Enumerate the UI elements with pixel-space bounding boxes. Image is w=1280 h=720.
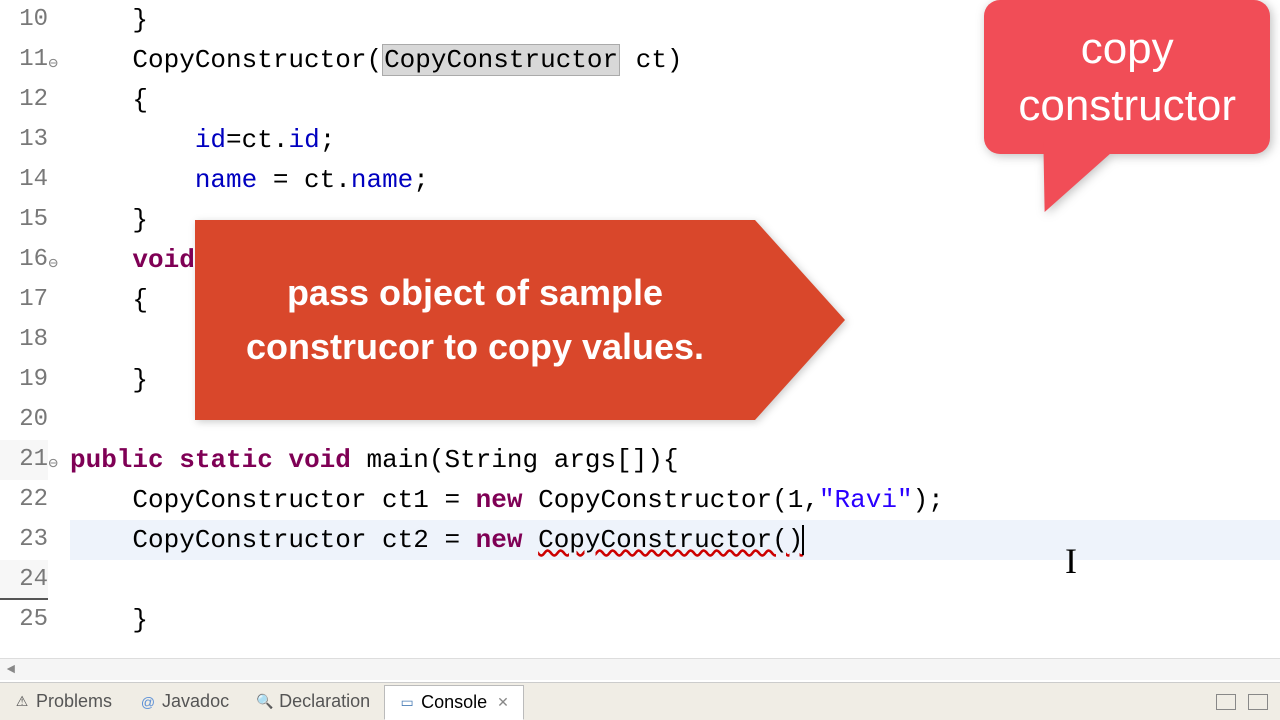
- code-line: }: [70, 600, 1280, 640]
- maximize-icon[interactable]: [1248, 694, 1268, 710]
- code-line-active: CopyConstructor ct2 = new CopyConstructo…: [70, 520, 1280, 560]
- line-number: 25: [0, 600, 48, 640]
- annotation-bubble-line: copy: [1081, 24, 1174, 73]
- tab-label: Problems: [36, 691, 112, 712]
- tab-console[interactable]: ▭ Console ✕: [384, 685, 524, 720]
- tab-declaration[interactable]: 🔍 Declaration: [243, 685, 384, 718]
- javadoc-icon: @: [140, 694, 156, 710]
- annotation-bubble-line: constructor: [1018, 81, 1236, 130]
- horizontal-scrollbar[interactable]: ◄: [0, 658, 1280, 680]
- tab-problems[interactable]: ⚠ Problems: [0, 685, 126, 718]
- text-caret: [802, 525, 804, 555]
- code-line: CopyConstructor ct1 = new CopyConstructo…: [70, 480, 1280, 520]
- tab-javadoc[interactable]: @ Javadoc: [126, 685, 243, 718]
- line-number: 20: [0, 400, 48, 440]
- tab-label: Console: [421, 692, 487, 713]
- code-line: public static void main(String args[]){: [70, 440, 1280, 480]
- line-gutter: 10 11⊖ 12 13 14 15 16⊖ 17 18 19 20 21⊖ 2…: [0, 0, 52, 670]
- minimize-icon[interactable]: [1216, 694, 1236, 710]
- line-number: 13: [0, 120, 48, 160]
- panel-toolbar: [1216, 694, 1280, 710]
- line-number: 10: [0, 0, 48, 40]
- tab-label: Javadoc: [162, 691, 229, 712]
- tab-label: Declaration: [279, 691, 370, 712]
- code-line: [70, 560, 1280, 600]
- scroll-left-icon[interactable]: ◄: [0, 659, 22, 681]
- line-number: 11⊖: [0, 40, 48, 80]
- arrow-head-icon: [755, 220, 845, 420]
- line-number: 22: [0, 480, 48, 520]
- console-icon: ▭: [399, 695, 415, 711]
- line-number: 12: [0, 80, 48, 120]
- annotation-bubble: copy constructor: [984, 0, 1270, 154]
- line-number: 17: [0, 280, 48, 320]
- annotation-arrow-text: pass object of sample construcor to copy…: [195, 220, 755, 420]
- line-number: 16⊖: [0, 240, 48, 280]
- ibeam-cursor-icon: I: [1065, 540, 1077, 582]
- line-number: 24: [0, 560, 48, 600]
- close-icon[interactable]: ✕: [497, 694, 509, 711]
- bottom-panel-tabs: ⚠ Problems @ Javadoc 🔍 Declaration ▭ Con…: [0, 682, 1280, 720]
- line-number: 19: [0, 360, 48, 400]
- line-number: 21⊖: [0, 440, 48, 480]
- problems-icon: ⚠: [14, 694, 30, 710]
- line-number: 14: [0, 160, 48, 200]
- line-number: 23: [0, 520, 48, 560]
- declaration-icon: 🔍: [257, 694, 273, 710]
- annotation-arrow: pass object of sample construcor to copy…: [195, 215, 875, 425]
- line-number: 18: [0, 320, 48, 360]
- line-number: 15: [0, 200, 48, 240]
